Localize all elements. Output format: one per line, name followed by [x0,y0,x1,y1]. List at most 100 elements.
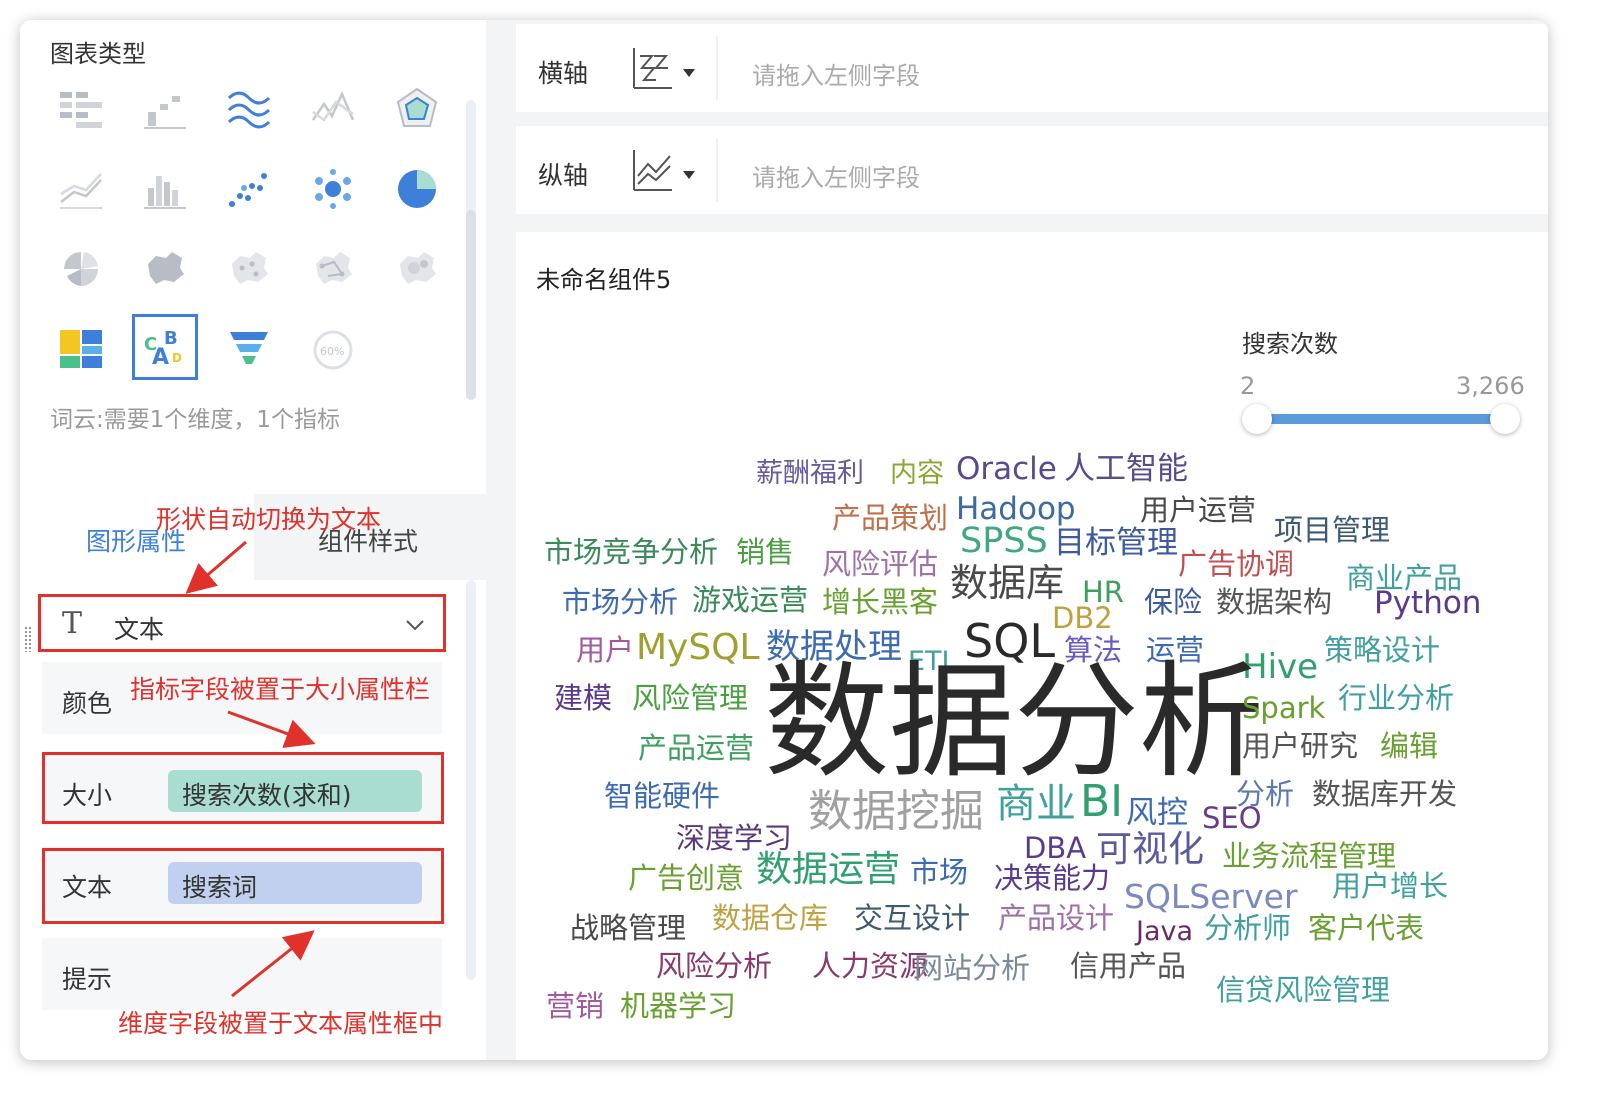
caret-down-icon[interactable] [682,68,696,78]
word-cloud-word[interactable]: 市场 [910,858,968,887]
radar-icon[interactable] [384,76,450,142]
word-cloud-word[interactable]: BI [1080,780,1123,824]
word-cloud-word[interactable]: 商业 [996,784,1076,824]
word-cloud-word[interactable]: 营销 [546,992,604,1021]
word-cloud-word[interactable]: MySQL [636,630,760,666]
word-cloud-word[interactable]: 产品设计 [998,904,1114,933]
word-cloud-word[interactable]: 数据库 [950,564,1064,602]
word-cloud-word[interactable]: Java [1136,918,1193,945]
word-cloud-word[interactable]: 智能硬件 [604,782,720,811]
word-cloud-word[interactable]: 市场竞争分析 [544,538,718,567]
word-cloud-word[interactable]: 销售 [736,538,794,567]
slider-min-handle[interactable] [1242,404,1272,434]
properties-scrollbar[interactable] [466,580,476,980]
size-field-pill[interactable]: 搜索次数(求和) [168,770,422,812]
word-cloud-word[interactable]: 用户运营 [1140,496,1256,525]
word-cloud-word[interactable]: 薪酬福利 [756,460,864,487]
pie-chart-icon[interactable] [384,156,450,222]
word-cloud-word[interactable]: 用户研究 [1242,732,1358,761]
word-cloud-word[interactable]: DB2 [1052,604,1113,633]
word-cloud-word[interactable]: SEO [1202,804,1262,833]
grouped-table-icon[interactable] [48,76,114,142]
word-cloud-word[interactable]: 数据架构 [1216,588,1332,617]
word-cloud-word[interactable]: 数据运营 [756,852,900,888]
drag-handle[interactable] [24,626,32,652]
word-cloud-word[interactable]: 风险评估 [822,550,938,579]
word-cloud-word[interactable]: 风险管理 [632,684,748,713]
caret-down-icon[interactable] [682,170,696,180]
word-cloud-word[interactable]: 网站分析 [914,954,1030,983]
word-cloud-word[interactable]: 数据库开发 [1312,780,1457,809]
shape-dropdown[interactable]: T 文本 [42,598,442,650]
word-cloud-word[interactable]: 市场分析 [562,588,678,617]
heat-map-icon[interactable] [384,236,450,302]
slider-max-handle[interactable] [1490,404,1520,434]
legend-range-slider[interactable] [1256,414,1504,424]
word-cloud-word[interactable]: 编辑 [1380,732,1438,761]
word-cloud-word[interactable]: 内容 [890,460,944,487]
word-cloud-word[interactable]: 信用产品 [1070,952,1186,981]
area-wave-icon[interactable] [216,76,282,142]
y-axis-drop-zone[interactable]: 请拖入左侧字段 [752,158,920,193]
word-cloud-word[interactable]: 客户代表 [1308,914,1424,943]
word-cloud-word[interactable]: 产品策划 [832,504,948,533]
word-cloud-word[interactable]: Spark [1242,694,1325,723]
word-cloud-word[interactable]: 行业分析 [1338,684,1454,713]
treemap-icon[interactable] [48,316,114,382]
word-cloud-word[interactable]: 广告创意 [628,864,744,893]
word-cloud-word[interactable]: 目标管理 [1054,528,1178,559]
word-cloud-word[interactable]: 数据分析 [764,660,1264,785]
chart-types-scrollbar[interactable] [466,100,476,400]
column-chart-icon[interactable] [132,156,198,222]
y-axis-type-icon[interactable] [628,146,676,194]
word-cloud-word[interactable]: 建模 [554,684,612,713]
x-axis-type-icon[interactable] [628,44,676,92]
word-cloud-word[interactable]: 分析师 [1204,914,1291,943]
flow-map-icon[interactable] [300,236,366,302]
word-cloud-word[interactable]: 用户 [576,636,634,665]
word-cloud-word[interactable]: 机器学习 [620,992,736,1021]
word-cloud-word[interactable]: SQLServer [1124,880,1298,913]
word-cloud-word[interactable]: Oracle [956,454,1057,485]
x-axis-drop-zone[interactable]: 请拖入左侧字段 [752,56,920,91]
bubble-icon[interactable] [300,156,366,222]
word-cloud-word[interactable]: 项目管理 [1274,516,1390,545]
word-cloud-word[interactable]: 决策能力 [994,864,1110,893]
line-compare-icon[interactable] [300,76,366,142]
word-cloud-word[interactable]: 增长黑客 [822,588,938,617]
word-cloud-word[interactable]: 用户增长 [1332,872,1448,901]
word-cloud-word[interactable]: 保险 [1144,588,1202,617]
point-map-icon[interactable] [216,236,282,302]
word-cloud-word[interactable]: 游戏运营 [692,586,808,615]
word-cloud-word[interactable]: 数据仓库 [712,904,828,933]
china-map-icon[interactable] [132,236,198,302]
multi-line-icon[interactable] [48,156,114,222]
word-cloud-word[interactable]: Python [1374,588,1481,619]
word-cloud-word[interactable]: 风险分析 [656,952,772,981]
word-cloud-word[interactable]: 广告协调 [1178,550,1294,579]
scatter-icon[interactable] [216,156,282,222]
text-property-row[interactable]: 文本 搜索词 [42,846,442,918]
word-cloud-word[interactable]: 数据挖掘 [808,790,984,834]
word-cloud-word[interactable]: 交互设计 [854,904,970,933]
word-cloud-word[interactable]: 战略管理 [570,914,686,943]
funnel-icon[interactable] [216,316,282,382]
word-cloud-icon[interactable]: CBAD [132,314,198,380]
text-field-pill[interactable]: 搜索词 [168,862,422,904]
gauge-icon[interactable]: 60% [300,316,366,382]
word-cloud-word[interactable]: 策略设计 [1324,636,1440,665]
word-cloud-word[interactable]: SPSS [960,524,1048,559]
size-property-row[interactable]: 大小 搜索次数(求和) [42,754,442,826]
word-cloud-word[interactable]: 可视化 [1096,832,1204,868]
word-cloud-word[interactable]: DBA [1024,834,1086,863]
word-cloud-word[interactable]: 业务流程管理 [1222,842,1396,871]
word-cloud-word[interactable]: 信贷风险管理 [1216,976,1390,1005]
tip-property-row[interactable]: 提示 [42,938,442,1010]
word-cloud-word[interactable]: 人力资源 [812,952,928,981]
word-cloud-word[interactable]: 人工智能 [1064,454,1188,485]
rose-pie-icon[interactable] [48,236,114,302]
component-title[interactable]: 未命名组件5 [536,260,671,295]
word-cloud-word[interactable]: 风控 [1126,798,1188,829]
word-cloud-word[interactable]: 产品运营 [638,734,754,763]
stacked-column-icon[interactable] [132,76,198,142]
